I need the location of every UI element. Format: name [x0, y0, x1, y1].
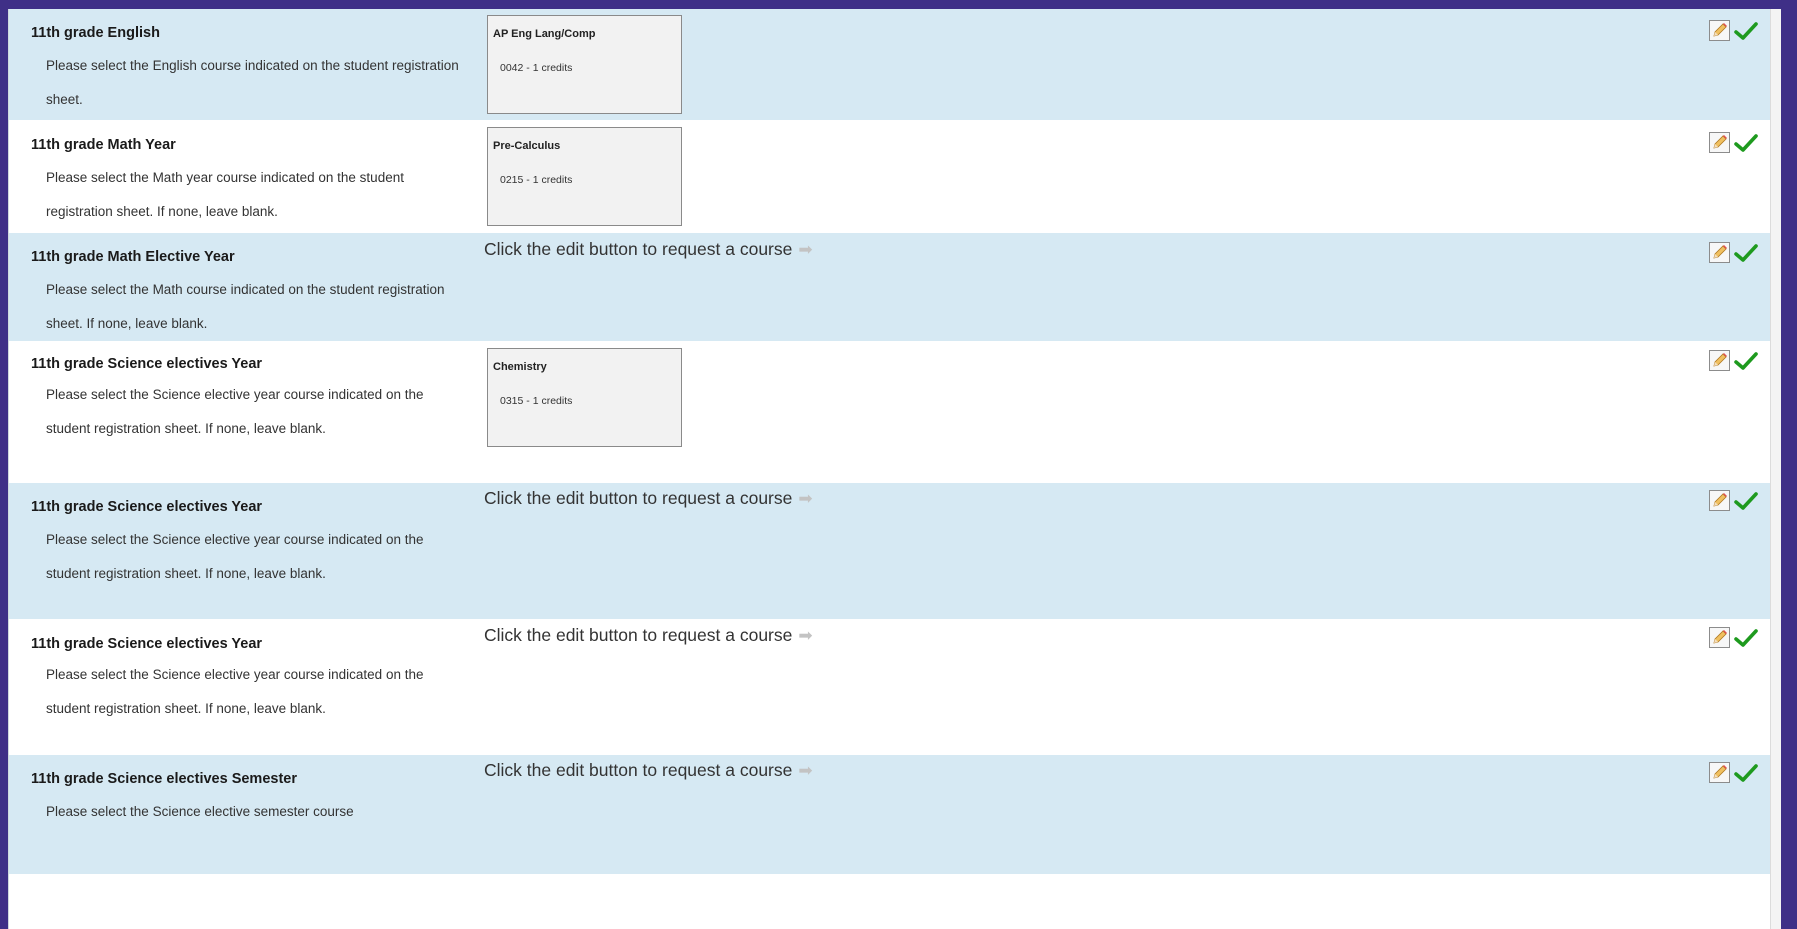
request-title: 11th grade Science electives Year [31, 636, 263, 652]
request-description: Please select the Science elective year … [46, 667, 424, 716]
request-description: Please select the Science elective semes… [46, 804, 354, 819]
row-actions [1709, 20, 1758, 41]
green-checkmark-icon [1734, 243, 1758, 262]
request-title: 11th grade Science electives Semester [31, 771, 297, 787]
empty-request-prompt: Click the edit button to request a cours… [484, 488, 813, 509]
selected-course-card[interactable]: AP Eng Lang/Comp 0042 - 1 credits [487, 15, 682, 114]
green-checkmark-icon [1734, 491, 1758, 510]
request-title: 11th grade Math Year [31, 137, 176, 153]
selected-course-card[interactable]: Chemistry 0315 - 1 credits [487, 348, 682, 447]
pencil-edit-icon[interactable] [1709, 350, 1730, 371]
request-prompt-text: Click the edit button to request a cours… [484, 760, 793, 780]
request-row: 11th grade Science electives Year Please… [9, 483, 1771, 620]
request-title: 11th grade Science electives Year [31, 356, 263, 372]
row-actions [1709, 242, 1758, 263]
course-credits: 0315 - 1 credits [500, 395, 573, 407]
request-description: Please select the Science elective year … [46, 387, 424, 436]
pencil-edit-icon[interactable] [1709, 242, 1730, 263]
row-actions [1709, 490, 1758, 511]
row-actions [1709, 350, 1758, 371]
pencil-edit-icon[interactable] [1709, 627, 1730, 648]
request-description: Please select the Science elective year … [46, 532, 424, 581]
course-request-list: 11th grade English Please select the Eng… [8, 9, 1781, 929]
row-actions [1709, 132, 1758, 153]
pencil-edit-icon[interactable] [1709, 762, 1730, 783]
course-credits: 0042 - 1 credits [500, 62, 573, 74]
vertical-scrollbar[interactable] [1770, 9, 1781, 929]
selected-course-card[interactable]: Pre-Calculus 0215 - 1 credits [487, 127, 682, 226]
green-checkmark-icon [1734, 763, 1758, 782]
course-name: Chemistry [493, 361, 547, 373]
empty-request-prompt: Click the edit button to request a cours… [484, 625, 813, 646]
green-checkmark-icon [1734, 628, 1758, 647]
request-row: 11th grade Science electives Year Please… [9, 620, 1771, 755]
request-row: 11th grade Math Year Please select the M… [9, 121, 1771, 233]
pencil-edit-icon[interactable] [1709, 490, 1730, 511]
pencil-edit-icon[interactable] [1709, 20, 1730, 41]
right-arrow-icon: ➡ [798, 761, 813, 780]
request-prompt-text: Click the edit button to request a cours… [484, 239, 793, 259]
right-arrow-icon: ➡ [798, 489, 813, 508]
request-title: 11th grade English [31, 25, 160, 41]
green-checkmark-icon [1734, 351, 1758, 370]
empty-request-prompt: Click the edit button to request a cours… [484, 760, 813, 781]
request-description: Please select the English course indicat… [46, 58, 459, 107]
course-name: AP Eng Lang/Comp [493, 28, 596, 40]
request-description: Please select the Math course indicated … [46, 282, 445, 331]
right-arrow-icon: ➡ [798, 626, 813, 645]
right-arrow-icon: ➡ [798, 240, 813, 259]
request-title: 11th grade Science electives Year [31, 499, 263, 515]
pencil-edit-icon[interactable] [1709, 132, 1730, 153]
request-row: 11th grade Science electives Year Please… [9, 342, 1771, 483]
row-actions [1709, 762, 1758, 783]
request-prompt-text: Click the edit button to request a cours… [484, 488, 793, 508]
request-row: 11th grade English Please select the Eng… [9, 9, 1771, 121]
course-name: Pre-Calculus [493, 140, 561, 152]
request-row: 11th grade Math Elective Year Please sel… [9, 233, 1771, 342]
request-prompt-text: Click the edit button to request a cours… [484, 625, 793, 645]
green-checkmark-icon [1734, 133, 1758, 152]
row-actions [1709, 627, 1758, 648]
green-checkmark-icon [1734, 21, 1758, 40]
request-title: 11th grade Math Elective Year [31, 249, 235, 265]
request-description: Please select the Math year course indic… [46, 170, 404, 219]
course-credits: 0215 - 1 credits [500, 174, 573, 186]
request-row: 11th grade Science electives Semester Pl… [9, 755, 1771, 875]
empty-request-prompt: Click the edit button to request a cours… [484, 239, 813, 260]
